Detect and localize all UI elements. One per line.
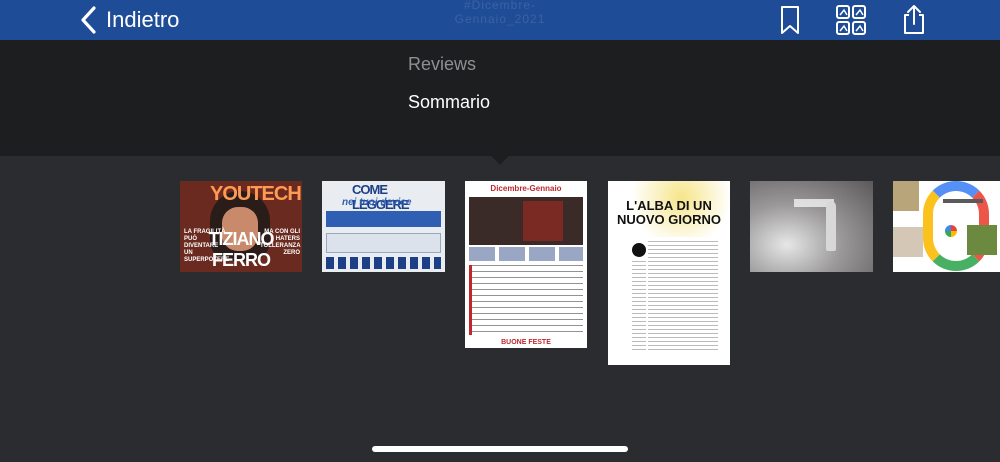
index-columns [469, 265, 583, 335]
body-text-column [648, 241, 718, 351]
drop-cap-badge [632, 243, 646, 257]
product-strip [469, 247, 583, 261]
back-button[interactable]: Indietro [78, 4, 179, 36]
share-button[interactable] [897, 4, 931, 36]
google-photos-logo-icon [945, 225, 957, 237]
navigation-diagram [326, 211, 441, 227]
issue-title-ghost: #Dicembre-Gennaio_2021 [454, 0, 546, 26]
bookmark-button[interactable] [773, 4, 807, 36]
orientation-diagram [326, 233, 441, 253]
page-photo [893, 227, 923, 257]
page-thumbnail-cover[interactable]: YOUTECH LA FRAGILITÀ PUÒ DIVENTARE UN SU… [180, 181, 302, 272]
rocket-image [826, 201, 836, 251]
page-title: Dicembre-Gennaio [490, 184, 562, 193]
home-indicator[interactable] [372, 446, 628, 452]
bookmark-icon [781, 6, 799, 34]
cover-name: TIZIANO FERRO [208, 229, 275, 270]
body-text-column [632, 261, 646, 351]
page-photo [893, 181, 919, 211]
page-subtitle: nei tuoi device [342, 197, 412, 208]
page-thumbnail-index[interactable]: Dicembre-Gennaio BUONE FESTE [465, 181, 587, 348]
page-thumbnail-editorial[interactable]: L'ALBA DI UN NUOVO GIORNO [608, 181, 730, 365]
icon-legend [326, 257, 441, 269]
top-navigation-bar: #Dicembre-Gennaio_2021 Indietro [0, 0, 1000, 40]
page-footer: BUONE FESTE [501, 339, 551, 346]
chevron-left-icon [81, 6, 96, 34]
page-photo [967, 225, 997, 255]
index-accent [469, 265, 472, 335]
back-button-label: Indietro [106, 7, 180, 32]
page-thumbnail-how-to-read[interactable]: COME LEGGERE YOUTECH nei tuoi device [322, 181, 445, 272]
menu-item-reviews[interactable]: Reviews [408, 54, 476, 75]
thumbnails-button[interactable] [834, 4, 868, 36]
page-title: L'ALBA DI UN NUOVO GIORNO [616, 198, 721, 227]
cover-masthead: YOUTECH [210, 183, 302, 205]
share-icon [904, 5, 924, 34]
page-headline [943, 199, 983, 203]
page-thumbnail-google-photos[interactable] [893, 181, 1000, 272]
page-photo [750, 181, 873, 272]
menu-pointer-caret [491, 156, 509, 165]
sections-menu: Reviews Sommario [0, 40, 1000, 156]
menu-item-sommario[interactable]: Sommario [408, 92, 490, 113]
page-thumbnail-rocket[interactable] [750, 181, 873, 272]
thumbnails-grid-icon [836, 5, 866, 35]
page-photo [469, 197, 583, 245]
